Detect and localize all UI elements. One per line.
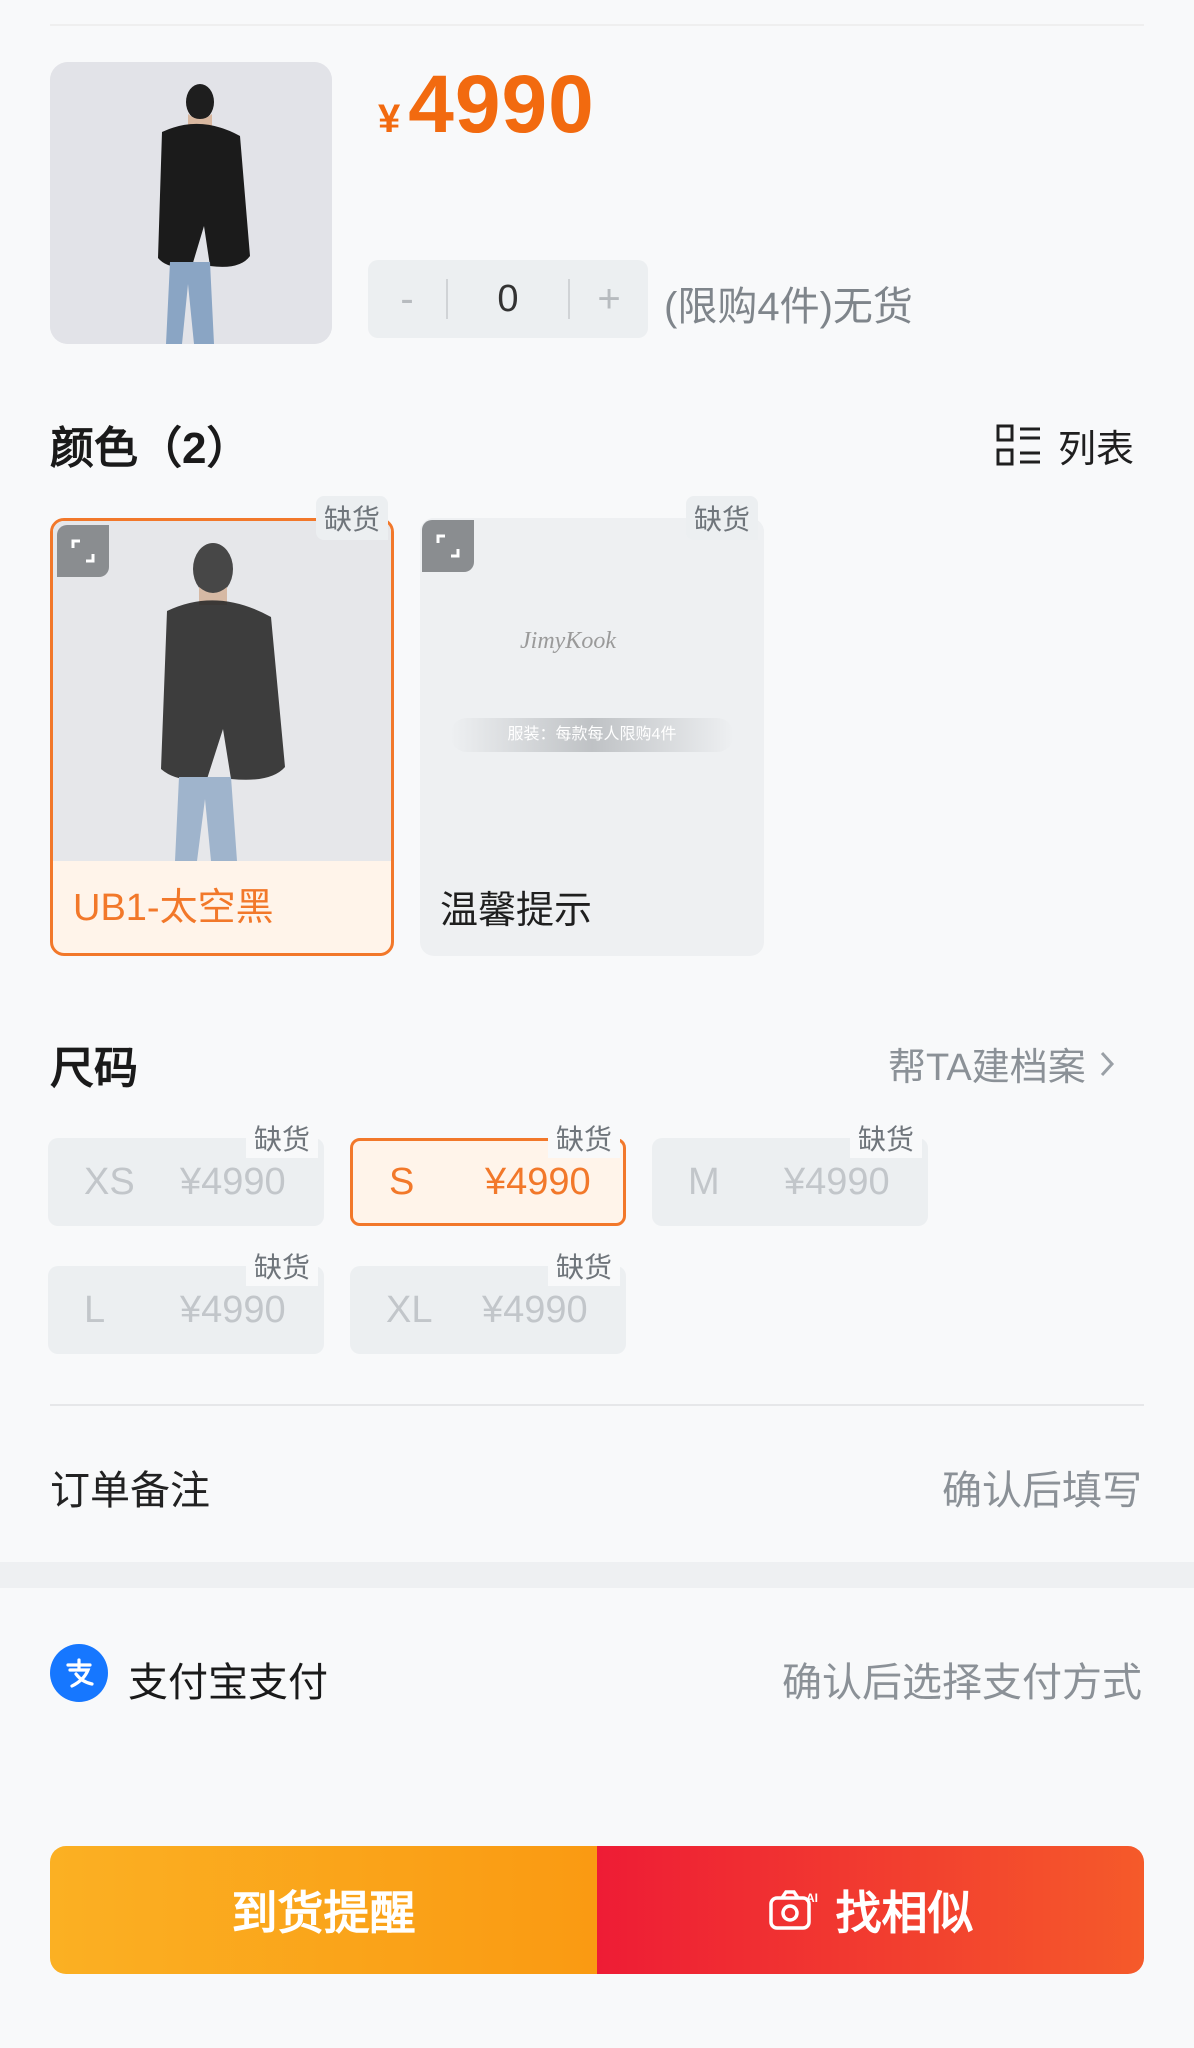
price: ¥ 4990 xyxy=(378,58,595,152)
find-similar-button[interactable]: AI 找相似 xyxy=(597,1846,1144,1974)
color-option-image: JimyKook 服装：每款每人限购4件 xyxy=(420,518,764,858)
build-archive-link[interactable]: 帮TA建档案 xyxy=(888,1036,1120,1091)
chevron-right-icon xyxy=(1100,1051,1114,1076)
top-divider xyxy=(50,24,1144,26)
color-option-notice[interactable]: JimyKook 服装：每款每人限购4件 温馨提示 xyxy=(420,518,764,956)
size-price: ¥4990 xyxy=(180,1288,286,1331)
size-price: ¥4990 xyxy=(482,1288,588,1331)
section-separator-band xyxy=(0,1562,1194,1588)
restock-notify-button[interactable]: 到货提醒 xyxy=(50,1846,597,1974)
list-icon xyxy=(996,424,1040,465)
quantity-value[interactable]: 0 xyxy=(448,278,568,321)
color-option-label: UB1-太空黑 xyxy=(73,887,274,929)
expand-icon[interactable] xyxy=(422,520,474,572)
brand-logo: JimyKook xyxy=(520,628,616,654)
section-divider xyxy=(50,1404,1144,1406)
expand-icon[interactable] xyxy=(57,525,109,577)
color-section-title: 颜色（2） xyxy=(50,424,251,473)
out-of-stock-badge: 缺货 xyxy=(850,1118,923,1158)
product-thumbnail[interactable] xyxy=(50,62,332,344)
model-photo xyxy=(50,62,332,344)
size-label: S xyxy=(389,1160,415,1203)
out-of-stock-badge: 缺货 xyxy=(548,1246,621,1286)
ai-camera-icon: AI xyxy=(768,1890,818,1930)
size-price: ¥4990 xyxy=(485,1160,591,1203)
size-section-title: 尺码 xyxy=(50,1044,138,1093)
payment-method-label: 支付宝支付 xyxy=(128,1661,328,1705)
out-of-stock-badge: 缺货 xyxy=(316,496,389,540)
size-price: ¥4990 xyxy=(784,1160,890,1203)
find-similar-label: 找相似 xyxy=(835,1887,974,1939)
out-of-stock-badge: 缺货 xyxy=(548,1118,621,1158)
out-of-stock-badge: 缺货 xyxy=(246,1246,319,1286)
order-remark-label: 订单备注 xyxy=(50,1469,210,1513)
order-remark-value[interactable]: 确认后填写 xyxy=(942,1458,1142,1516)
list-view-label: 列表 xyxy=(1058,429,1135,471)
build-archive-label: 帮TA建档案 xyxy=(888,1047,1086,1089)
size-label: L xyxy=(84,1288,106,1331)
notice-banner: 服装：每款每人限购4件 xyxy=(450,718,734,752)
price-currency: ¥ xyxy=(378,97,401,141)
bottom-action-bar: 到货提醒 AI 找相似 xyxy=(50,1846,1144,1974)
payment-method-hint[interactable]: 确认后选择支付方式 xyxy=(782,1650,1142,1708)
size-label: M xyxy=(688,1160,720,1203)
restock-notify-label: 到货提醒 xyxy=(231,1887,416,1939)
decrement-button[interactable]: - xyxy=(368,260,446,338)
svg-text:AI: AI xyxy=(806,1891,818,1905)
color-option-ub1-black[interactable]: UB1-太空黑 xyxy=(50,518,394,956)
out-of-stock-badge: 缺货 xyxy=(246,1118,319,1158)
size-label: XS xyxy=(84,1160,135,1203)
increment-button[interactable]: + xyxy=(570,260,648,338)
alipay-icon xyxy=(50,1644,108,1702)
price-value: 4990 xyxy=(408,59,595,150)
color-option-label: 温馨提示 xyxy=(440,890,593,932)
purchase-limit-text: (限购4件)无货 xyxy=(664,285,913,329)
list-view-toggle[interactable]: 列表 xyxy=(996,418,1134,473)
quantity-stepper[interactable]: - 0 + xyxy=(368,260,648,338)
out-of-stock-badge: 缺货 xyxy=(686,496,759,540)
size-label: XL xyxy=(386,1288,433,1331)
size-price: ¥4990 xyxy=(180,1160,286,1203)
